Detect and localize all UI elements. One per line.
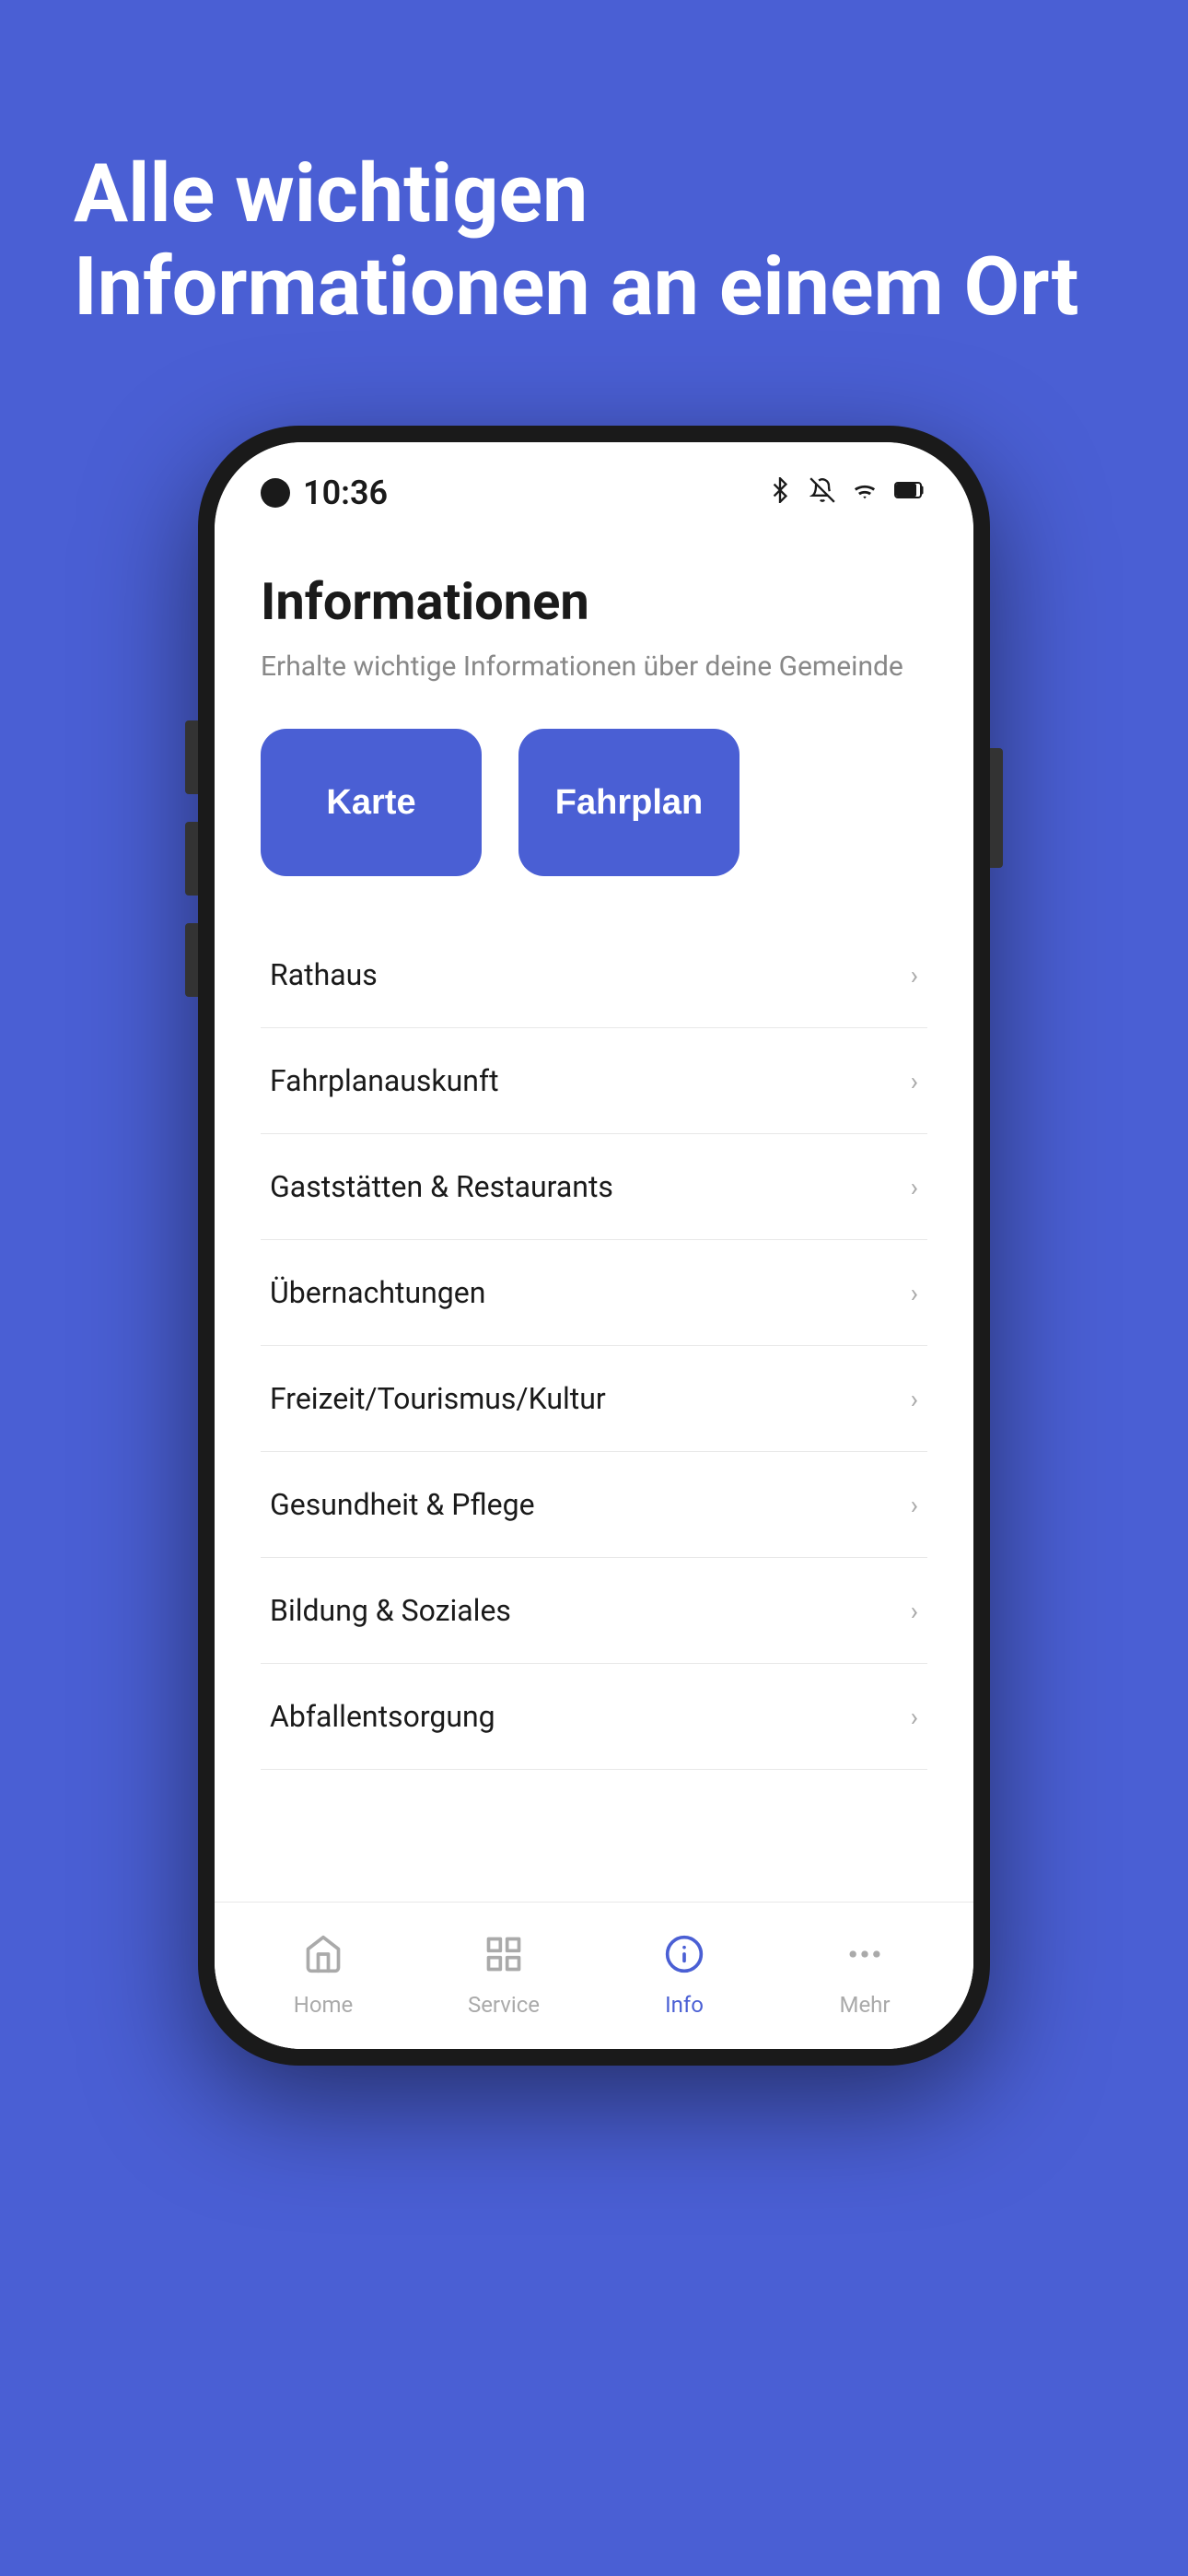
chevron-icon: › [911, 1066, 918, 1096]
menu-item-rathaus[interactable]: Rathaus › [261, 922, 927, 1028]
content-scroll: Informationen Erhalte wichtige Informati… [215, 525, 973, 1902]
chevron-icon: › [911, 1384, 918, 1414]
status-bar: 10:36 [215, 442, 973, 525]
info-circle-icon [664, 1934, 705, 1985]
volume-up-button [185, 822, 198, 896]
home-icon [303, 1934, 344, 1985]
menu-item-gesundheit[interactable]: Gesundheit & Pflege › [261, 1452, 927, 1558]
tab-service[interactable]: Service [439, 1934, 568, 2018]
hero-section: Alle wichtigen Informationen an einem Or… [0, 0, 1188, 407]
menu-item-gaststaetten[interactable]: Gaststätten & Restaurants › [261, 1134, 927, 1240]
tab-mehr-label: Mehr [839, 1992, 890, 2018]
menu-item-bildung[interactable]: Bildung & Soziales › [261, 1558, 927, 1664]
status-time: 10:36 [261, 474, 388, 512]
menu-item-fahrplanauskunft[interactable]: Fahrplanauskunft › [261, 1028, 927, 1134]
menu-list: Rathaus › Fahrplanauskunft › Gaststätten… [261, 922, 927, 1770]
hero-title: Alle wichtigen Informationen an einem Or… [74, 147, 1114, 334]
chevron-icon: › [911, 1702, 918, 1732]
page-title: Informationen [261, 571, 927, 632]
app-content: Informationen Erhalte wichtige Informati… [215, 525, 973, 2049]
tab-bar: Home Service [215, 1902, 973, 2049]
karte-button[interactable]: Karte [261, 729, 482, 876]
tab-info-label: Info [665, 1992, 704, 2018]
bell-off-icon [809, 477, 835, 509]
wifi-icon [852, 477, 878, 509]
grid-icon [483, 1934, 524, 1985]
phone-wrapper: 10:36 [198, 407, 990, 2576]
tab-home-label: Home [294, 1992, 354, 2018]
menu-item-uebernachtungen[interactable]: Übernachtungen › [261, 1240, 927, 1346]
status-icons [767, 477, 927, 509]
phone-device: 10:36 [198, 426, 990, 2066]
volume-down-button [185, 923, 198, 997]
menu-item-abfallentsorgung[interactable]: Abfallentsorgung › [261, 1664, 927, 1770]
bluetooth-icon [767, 477, 793, 509]
fahrplan-button[interactable]: Fahrplan [518, 729, 740, 876]
camera-icon [261, 478, 290, 508]
chevron-icon: › [911, 1172, 918, 1202]
chevron-icon: › [911, 1490, 918, 1520]
battery-icon [894, 477, 927, 509]
chevron-icon: › [911, 1596, 918, 1626]
menu-item-freizeit[interactable]: Freizeit/Tourismus/Kultur › [261, 1346, 927, 1452]
tab-service-label: Service [468, 1992, 540, 2018]
phone-screen: 10:36 [215, 442, 973, 2049]
tab-home[interactable]: Home [259, 1934, 388, 2018]
action-button-row: Karte Fahrplan [261, 729, 927, 876]
tab-info[interactable]: Info [620, 1934, 749, 2018]
page-subtitle: Erhalte wichtige Informationen über dein… [261, 650, 927, 683]
more-icon [844, 1934, 885, 1985]
tab-mehr[interactable]: Mehr [800, 1934, 929, 2018]
chevron-icon: › [911, 960, 918, 990]
chevron-icon: › [911, 1278, 918, 1308]
